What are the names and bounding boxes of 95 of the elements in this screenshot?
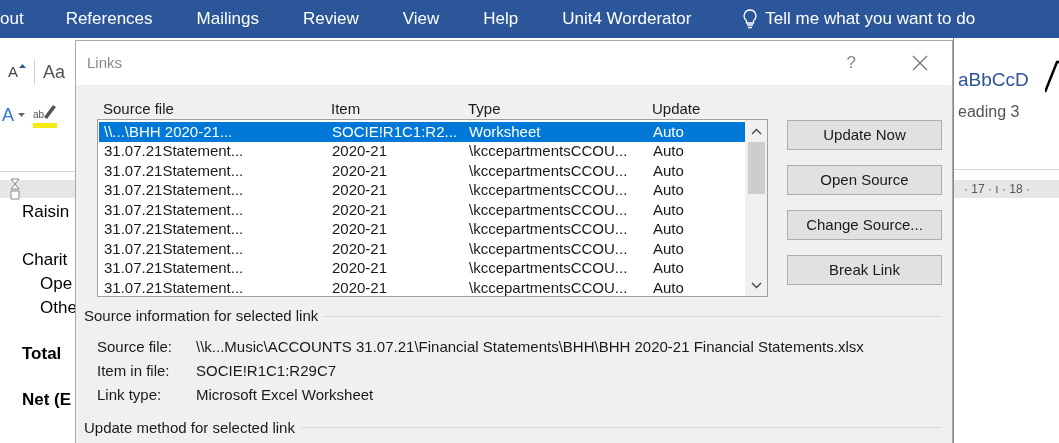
- list-cell-text: Auto: [653, 258, 685, 278]
- list-cell-text: Auto: [653, 219, 685, 239]
- field-value: SOCIE!R1C1:R29C7: [196, 361, 337, 382]
- list-cell-text: 31.07.21Statement...: [104, 160, 245, 181]
- list-cell-text: 2020-21: [332, 199, 389, 220]
- ruler-numbers: · 17 · ı · 18 ·: [964, 181, 1031, 198]
- list-cell-text: Auto: [653, 121, 685, 142]
- style-preview[interactable]: aBbCcD: [958, 65, 1029, 94]
- ribbon-tab[interactable]: Mailings: [174, 6, 281, 32]
- list-cell-text: \kccepartmentsCCOU...: [469, 199, 629, 220]
- column-header[interactable]: Source file: [103, 98, 331, 117]
- dialog-title: Links: [87, 52, 124, 73]
- list-cell-text: Worksheet: [469, 121, 542, 142]
- close-icon[interactable]: [912, 55, 928, 71]
- dialog-button[interactable]: Update Now: [787, 120, 942, 150]
- ribbon-tab[interactable]: Review: [280, 6, 381, 32]
- list-cell-text: 2020-21: [332, 219, 389, 239]
- list-cell-text: Auto: [653, 141, 685, 161]
- change-case-button[interactable]: Aa: [43, 58, 66, 86]
- list-cell-text: \kccepartmentsCCOU...: [469, 180, 629, 200]
- column-header[interactable]: Type: [468, 98, 652, 117]
- field-label: Source file:: [97, 337, 174, 358]
- field-label: Item in file:: [97, 361, 171, 382]
- list-cell-text: 31.07.21Statement...: [104, 199, 245, 220]
- field-value: Microsoft Excel Worksheet: [196, 385, 374, 406]
- list-cell-text: 31.07.21Statement...: [104, 219, 245, 239]
- list-row[interactable]: 31.07.21Statement... 2020-21 \kccepartmentsCCOU... Auto: [99, 161, 745, 181]
- grow-font-button[interactable]: A: [8, 62, 26, 82]
- list-cell-text: Auto: [653, 180, 685, 200]
- list-row[interactable]: 31.07.21Statement... 2020-21 \kccepartmentsCCOU... Auto: [99, 239, 745, 259]
- field-value: \\k...Music\ACCOUNTS 31.07.21\Financial Statements\BHH\BHH 2020-21 Financial Statements.xlsx: [196, 337, 864, 358]
- style-name[interactable]: eading 3: [958, 100, 1059, 124]
- list-cell-text: \kccepartmentsCCOU...: [469, 258, 629, 278]
- style-preview-drawing[interactable]: [1044, 60, 1059, 94]
- list-cell-text: 31.07.21Statement...: [104, 277, 245, 298]
- lightbulb-icon: [743, 9, 758, 29]
- list-cell-text: 2020-21: [332, 258, 389, 278]
- list-row[interactable]: 31.07.21Statement... 2020-21 \kccepartmentsCCOU... Auto: [99, 180, 745, 200]
- list-cell-text: 31.07.21Statement...: [104, 180, 245, 200]
- ribbon-tab[interactable]: Help: [461, 6, 541, 32]
- list-cell-text: \kccepartmentsCCOU...: [469, 238, 629, 259]
- list-cell-text: \kccepartmentsCCOU...: [469, 160, 629, 181]
- list-cell-text: Auto: [653, 277, 685, 298]
- list-row[interactable]: 31.07.21Statement... 2020-21 \kccepartmentsCCOU... Auto: [99, 278, 745, 298]
- ribbon-tab[interactable]: Unit4 Worderator: [540, 6, 714, 32]
- list-cell-text: 2020-21: [332, 238, 389, 259]
- highlight-button[interactable]: ab: [33, 102, 59, 128]
- caret-icon: [18, 113, 25, 117]
- list-row[interactable]: 31.07.21Statement... 2020-21 \kccepartmentsCCOU... Auto: [99, 200, 745, 220]
- list-row[interactable]: \\...\BHH 2020-21... SOCIE!R1C1:R2... Worksheet Auto: [99, 122, 745, 142]
- list-row[interactable]: 31.07.21Statement... 2020-21 \kccepartmentsCCOU... Auto: [99, 258, 745, 278]
- group-heading: Source information for selected link: [84, 306, 319, 326]
- dialog-button[interactable]: Open Source: [787, 165, 942, 195]
- scrollbar[interactable]: [745, 120, 767, 296]
- dialog-button[interactable]: Break Link: [787, 255, 942, 285]
- indent-marker-icon[interactable]: [10, 178, 20, 200]
- marker-pen-icon: [43, 103, 57, 119]
- document-text: Net (E: [22, 390, 73, 410]
- list-cell-text: SOCIE!R1C1:R2...: [332, 121, 459, 142]
- scroll-up-icon[interactable]: [750, 128, 762, 135]
- list-cell-text: Auto: [653, 238, 685, 259]
- document-text: Ope: [39, 274, 74, 294]
- group-heading: Update method for selected link: [84, 417, 295, 438]
- scroll-down-icon[interactable]: [750, 282, 762, 289]
- column-header[interactable]: Item: [331, 98, 468, 117]
- list-cell-text: Auto: [653, 199, 685, 220]
- ribbon-tab[interactable]: References: [43, 6, 175, 32]
- help-button[interactable]: ?: [846, 50, 856, 76]
- list-cell-text: 2020-21: [332, 277, 389, 298]
- scrollbar-thumb[interactable]: [747, 142, 765, 194]
- list-cell-text: 2020-21: [332, 160, 389, 181]
- list-cell-text: \kccepartmentsCCOU...: [469, 219, 629, 239]
- list-cell-text: \kccepartmentsCCOU...: [469, 277, 629, 298]
- list-cell-text: 31.07.21Statement...: [104, 238, 245, 259]
- list-cell-text: \kccepartmentsCCOU...: [469, 141, 629, 161]
- list-cell-text: 31.07.21Statement...: [104, 141, 245, 161]
- list-cell-text: 2020-21: [332, 141, 389, 161]
- tell-me-search[interactable]: Tell me what you want to do: [765, 6, 976, 32]
- triangle-up-icon: [19, 64, 26, 68]
- field-label: Link type:: [97, 385, 163, 406]
- list-row[interactable]: 31.07.21Statement... 2020-21 \kccepartmentsCCOU... Auto: [99, 141, 745, 161]
- ribbon-tab[interactable]: out: [0, 6, 44, 32]
- list-cell-text: 31.07.21Statement...: [104, 258, 245, 278]
- list-cell-text: Auto: [653, 160, 685, 181]
- list-cell-text: 2020-21: [332, 180, 389, 200]
- ribbon-tab[interactable]: View: [380, 6, 462, 32]
- text-effects-button[interactable]: A: [2, 105, 25, 125]
- document-text: Charit: [22, 250, 69, 270]
- list-cell-text: \\...\BHH 2020-21...: [104, 121, 234, 142]
- dialog-button[interactable]: Change Source...: [787, 210, 942, 240]
- list-row[interactable]: 31.07.21Statement... 2020-21 \kccepartmentsCCOU... Auto: [99, 219, 745, 239]
- column-header[interactable]: Update: [652, 98, 732, 117]
- document-text: Raisin: [22, 202, 71, 222]
- document-text: Othe: [39, 298, 75, 318]
- document-text: Total: [22, 344, 63, 364]
